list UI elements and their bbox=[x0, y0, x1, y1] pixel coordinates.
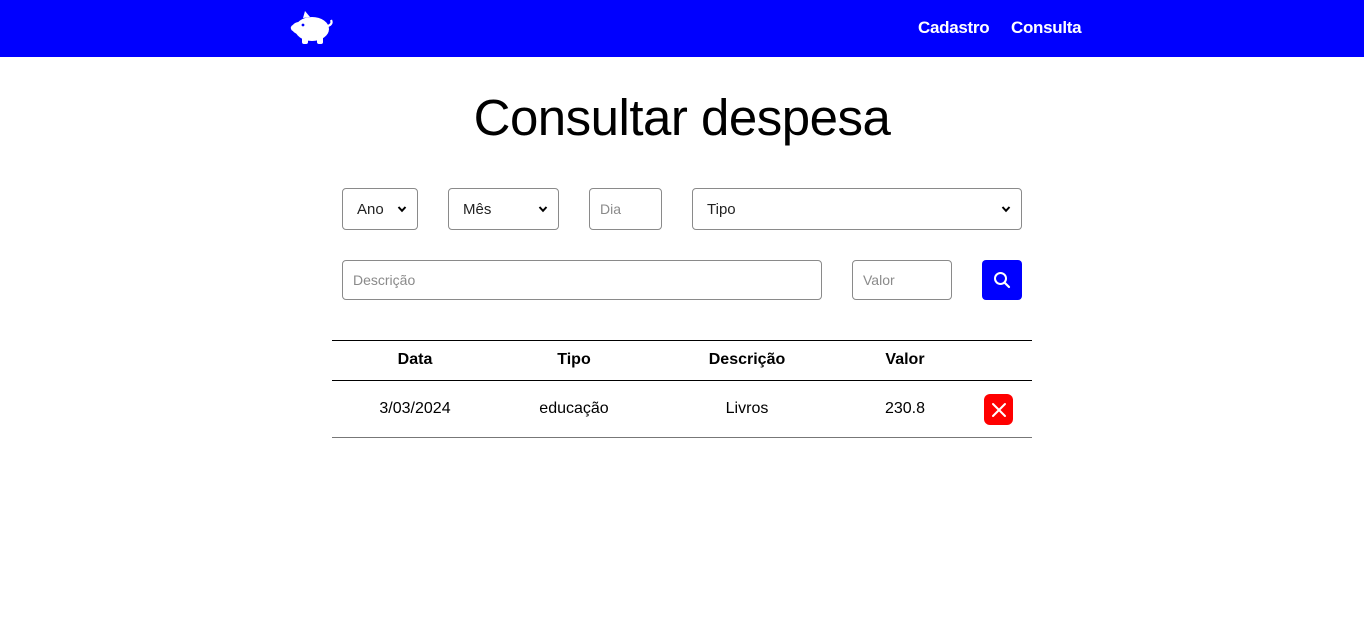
valor-input-placeholder: Valor bbox=[863, 272, 895, 288]
cell-data: 3/03/2024 bbox=[379, 400, 451, 417]
mes-select[interactable]: Mês bbox=[448, 188, 559, 230]
ano-select-value: Ano bbox=[357, 200, 384, 218]
cell-tipo: educação bbox=[539, 400, 609, 417]
mes-select-value: Mês bbox=[463, 200, 492, 218]
close-icon bbox=[991, 402, 1006, 417]
chevron-down-icon bbox=[1001, 206, 1011, 213]
search-icon bbox=[994, 272, 1011, 289]
valor-input[interactable]: Valor bbox=[852, 260, 952, 300]
delete-button[interactable] bbox=[984, 394, 1013, 425]
tipo-select[interactable]: Tipo bbox=[692, 188, 1022, 230]
header-valor: Valor bbox=[885, 351, 925, 368]
tipo-select-value: Tipo bbox=[707, 200, 736, 218]
cell-valor: 230.8 bbox=[884, 400, 926, 417]
piggy-bank-icon[interactable] bbox=[290, 8, 334, 46]
search-button[interactable] bbox=[982, 260, 1022, 300]
header-descricao: Descrição bbox=[708, 351, 786, 368]
cell-descricao: Livros bbox=[725, 400, 769, 417]
table-divider bbox=[332, 380, 1032, 381]
descricao-input[interactable]: Descrição bbox=[342, 260, 822, 300]
table-divider bbox=[332, 437, 1032, 438]
page-title: Consultar despesa bbox=[473, 89, 891, 146]
nav-link-cadastro[interactable]: Cadastro bbox=[918, 18, 990, 38]
nav-link-consulta[interactable]: Consulta bbox=[1011, 18, 1082, 38]
dia-input-placeholder: Dia bbox=[600, 201, 622, 217]
navbar: Cadastro Consulta bbox=[0, 0, 1364, 57]
chevron-down-icon bbox=[538, 206, 548, 213]
descricao-input-placeholder: Descrição bbox=[353, 272, 416, 288]
dia-input[interactable]: Dia bbox=[589, 188, 662, 230]
chevron-down-icon bbox=[397, 206, 407, 213]
header-data: Data bbox=[397, 351, 433, 368]
ano-select[interactable]: Ano bbox=[342, 188, 418, 230]
header-tipo: Tipo bbox=[557, 351, 591, 368]
table-divider bbox=[332, 340, 1032, 341]
